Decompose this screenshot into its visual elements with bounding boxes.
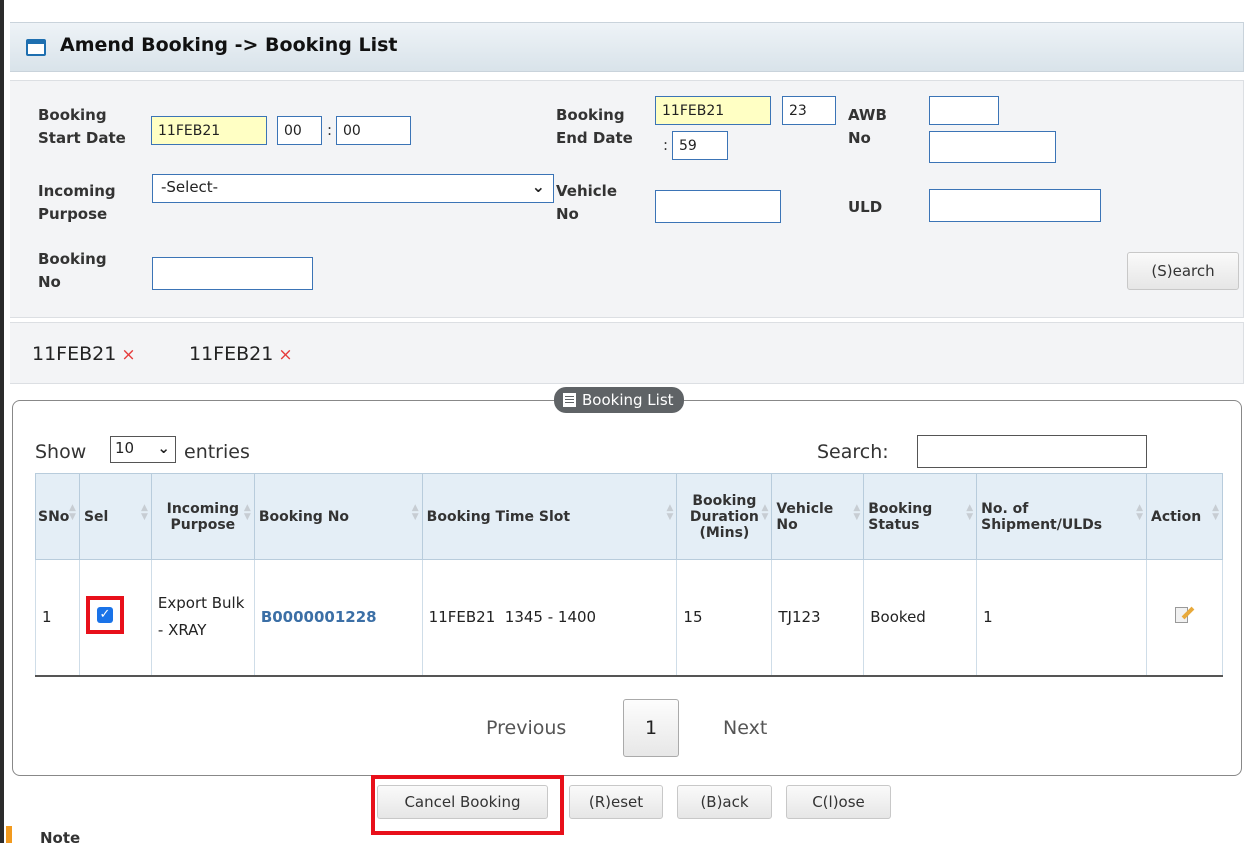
uld-input[interactable]: [929, 189, 1101, 222]
table-row: 1 ✓ Export Bulk - XRAY B0000001228 11FEB…: [35, 559, 1224, 677]
table-search-input[interactable]: [917, 435, 1147, 468]
booking-list-panel: Booking List Show 10 ⌄ entries Search: S…: [12, 387, 1242, 776]
show-label: Show: [35, 441, 87, 463]
booking-list-legend-text: Booking List: [582, 391, 674, 409]
column-header-action[interactable]: Action ▲ ▼: [1145, 473, 1224, 560]
list-icon: [563, 393, 576, 407]
window-icon: [26, 39, 46, 56]
start-hour-input[interactable]: [277, 116, 322, 145]
cell-shipments: 1: [976, 559, 1147, 677]
column-header-sel[interactable]: Sel ▲ ▼: [78, 473, 152, 560]
filter-chip-label: 11FEB21: [189, 343, 274, 365]
search-panel: Booking Start Date : Booking End Date : …: [10, 80, 1244, 318]
awb-prefix-input[interactable]: [929, 96, 999, 125]
filter-chip-label: 11FEB21: [32, 343, 117, 365]
note-label: Note: [40, 829, 81, 847]
booking-no-link[interactable]: B0000001228: [261, 608, 377, 626]
column-header-booking-status[interactable]: Booking Status ▲ ▼: [863, 473, 978, 560]
start-date-input[interactable]: [151, 116, 267, 145]
table-search-label: Search:: [817, 441, 889, 463]
booking-no-label: Booking No: [38, 250, 107, 291]
back-button[interactable]: (B)ack: [677, 785, 772, 819]
cell-booking-status: Booked: [863, 559, 978, 677]
cell-action: [1145, 559, 1224, 677]
sort-icon: ▲ ▼: [761, 503, 769, 522]
pagination-next[interactable]: Next: [723, 717, 767, 739]
awb-number-input[interactable]: [929, 131, 1056, 163]
booking-list-legend: Booking List: [554, 387, 684, 413]
booking-end-date-label: Booking End Date: [556, 106, 633, 147]
reset-button[interactable]: (R)eset: [569, 785, 663, 819]
incoming-purpose-select[interactable]: -Select- ⌄: [152, 174, 554, 203]
end-hour-input[interactable]: [782, 96, 836, 125]
cell-incoming-purpose: Export Bulk - XRAY: [150, 559, 255, 677]
pagination-previous[interactable]: Previous: [486, 717, 566, 739]
sort-icon: ▲ ▼: [666, 503, 674, 522]
note-marker: [6, 826, 12, 843]
remove-filter-icon[interactable]: ×: [121, 345, 135, 365]
incoming-purpose-value: -Select-: [161, 178, 219, 196]
page-header: Amend Booking -> Booking List: [10, 22, 1244, 72]
incoming-purpose-label: Incoming Purpose: [38, 182, 116, 223]
column-header-shipments[interactable]: No. of Shipment/ULDs ▲ ▼: [976, 473, 1147, 560]
search-button[interactable]: (S)earch: [1127, 252, 1239, 290]
end-date-input[interactable]: [655, 96, 771, 125]
entries-per-page-value: 10: [115, 439, 135, 457]
chevron-down-icon: ⌄: [157, 439, 170, 457]
time-separator: :: [327, 121, 333, 139]
start-minute-input[interactable]: [336, 116, 411, 145]
cell-duration: 15: [676, 559, 773, 677]
cell-time-slot: 11FEB21 1345 - 1400: [421, 559, 678, 677]
top-strip: [4, 0, 1244, 22]
sort-icon: ▲ ▼: [853, 503, 861, 522]
booking-start-date-label: Booking Start Date: [38, 106, 126, 147]
remove-filter-icon[interactable]: ×: [278, 345, 292, 365]
column-header-sno[interactable]: SNo ▲ ▼: [35, 473, 80, 560]
entries-per-page-select[interactable]: 10 ⌄: [110, 436, 176, 463]
sort-icon: ▲ ▼: [69, 503, 76, 522]
vehicle-no-label: Vehicle No: [556, 182, 617, 223]
entries-label: entries: [184, 441, 250, 463]
active-filters: 11FEB21 × 11FEB21 ×: [10, 322, 1244, 384]
column-header-incoming-purpose[interactable]: Incoming Purpose ▲ ▼: [150, 473, 255, 560]
end-minute-input[interactable]: [672, 131, 728, 160]
sort-icon: ▲ ▼: [140, 503, 148, 522]
cancel-booking-button[interactable]: Cancel Booking: [377, 785, 548, 819]
sort-icon: ▲ ▼: [1212, 503, 1219, 522]
column-header-time-slot[interactable]: Booking Time Slot ▲ ▼: [421, 473, 678, 560]
cell-booking-no: B0000001228: [253, 559, 423, 677]
page-title: Amend Booking -> Booking List: [60, 34, 398, 56]
edit-icon[interactable]: [1175, 605, 1195, 625]
end-time-separator: :: [663, 136, 669, 154]
sort-icon: ▲ ▼: [966, 503, 974, 522]
uld-label: ULD: [848, 198, 883, 216]
filter-chip-start: 11FEB21 ×: [32, 343, 136, 365]
cell-vehicle-no: TJ123: [771, 559, 865, 677]
column-header-vehicle-no[interactable]: Vehicle No ▲ ▼: [771, 473, 865, 560]
row-select-checkbox[interactable]: ✓: [96, 607, 113, 624]
sort-icon: ▲ ▼: [1136, 503, 1143, 522]
pagination-page-1[interactable]: 1: [623, 699, 679, 757]
table-header-row: SNo ▲ ▼ Sel ▲ ▼ Incoming Purpose ▲ ▼ Booking N…: [35, 473, 1224, 560]
filter-chip-end: 11FEB21 ×: [189, 343, 293, 365]
column-header-duration[interactable]: Booking Duration (Mins) ▲ ▼: [676, 473, 773, 560]
chevron-down-icon: ⌄: [531, 177, 545, 196]
window-left-edge: [0, 0, 4, 843]
cell-sno: 1: [35, 559, 80, 677]
column-header-booking-no[interactable]: Booking No ▲ ▼: [253, 473, 423, 560]
vehicle-no-input[interactable]: [655, 190, 781, 223]
cell-sel: ✓: [78, 559, 152, 677]
close-button[interactable]: C(l)ose: [786, 785, 891, 819]
booking-table: SNo ▲ ▼ Sel ▲ ▼ Incoming Purpose ▲ ▼ Booking N…: [35, 473, 1224, 677]
row-select-highlight: ✓: [85, 596, 124, 635]
booking-no-input[interactable]: [152, 257, 313, 290]
awb-no-label: AWB No: [848, 106, 887, 147]
sort-icon: ▲ ▼: [243, 503, 251, 522]
sort-icon: ▲ ▼: [411, 503, 419, 522]
